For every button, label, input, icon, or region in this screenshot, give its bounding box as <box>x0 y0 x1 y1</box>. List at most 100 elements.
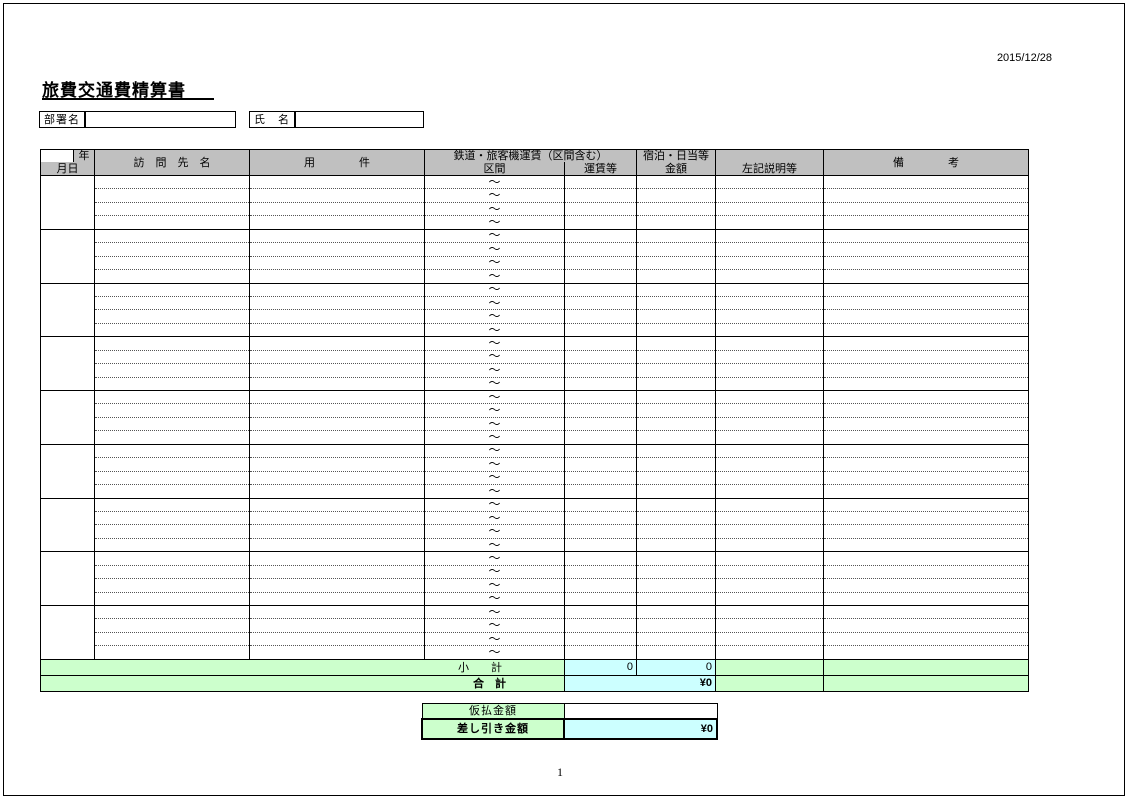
destination-cell[interactable] <box>94 417 250 432</box>
remarks-cell[interactable] <box>823 604 1029 620</box>
section-cell[interactable]: ～ <box>424 296 565 311</box>
purpose-cell[interactable] <box>249 269 425 284</box>
fare-cell[interactable] <box>564 174 637 190</box>
explanation-cell[interactable] <box>715 296 824 311</box>
amount-cell[interactable] <box>636 202 716 217</box>
explanation-cell[interactable] <box>715 443 824 459</box>
fare-cell[interactable] <box>564 242 637 257</box>
destination-cell[interactable] <box>94 389 250 405</box>
purpose-cell[interactable] <box>249 471 425 486</box>
fare-cell[interactable] <box>564 336 637 351</box>
remarks-cell[interactable] <box>823 511 1029 526</box>
destination-cell[interactable] <box>94 323 250 338</box>
remarks-cell[interactable] <box>823 497 1029 512</box>
remarks-cell[interactable] <box>823 188 1029 203</box>
explanation-cell[interactable] <box>715 632 824 647</box>
explanation-cell[interactable] <box>715 524 824 539</box>
amount-cell[interactable] <box>636 618 716 633</box>
remarks-cell[interactable] <box>823 323 1029 338</box>
remarks-cell[interactable] <box>823 551 1029 566</box>
section-cell[interactable]: ～ <box>424 377 565 392</box>
fare-cell[interactable] <box>564 632 637 647</box>
amount-cell[interactable] <box>636 457 716 472</box>
explanation-cell[interactable] <box>715 256 824 271</box>
explanation-cell[interactable] <box>715 174 824 190</box>
explanation-cell[interactable] <box>715 430 824 445</box>
remarks-cell[interactable] <box>823 242 1029 257</box>
fare-cell[interactable] <box>564 511 637 526</box>
purpose-cell[interactable] <box>249 443 425 459</box>
purpose-cell[interactable] <box>249 578 425 593</box>
remarks-cell[interactable] <box>823 282 1029 297</box>
explanation-cell[interactable] <box>715 592 824 607</box>
destination-cell[interactable] <box>94 430 250 445</box>
fare-cell[interactable] <box>564 443 637 459</box>
destination-cell[interactable] <box>94 471 250 486</box>
explanation-cell[interactable] <box>715 215 824 230</box>
section-cell[interactable]: ～ <box>424 618 565 633</box>
destination-cell[interactable] <box>94 188 250 203</box>
remarks-cell[interactable] <box>823 457 1029 472</box>
fare-cell[interactable] <box>564 417 637 432</box>
section-cell[interactable]: ～ <box>424 578 565 593</box>
section-cell[interactable]: ～ <box>424 484 565 499</box>
purpose-cell[interactable] <box>249 363 425 378</box>
date-cell[interactable] <box>40 497 95 553</box>
purpose-cell[interactable] <box>249 604 425 620</box>
fare-cell[interactable] <box>564 645 637 660</box>
explanation-cell[interactable] <box>715 363 824 378</box>
explanation-cell[interactable] <box>715 350 824 365</box>
explanation-cell[interactable] <box>715 471 824 486</box>
purpose-cell[interactable] <box>249 457 425 472</box>
section-cell[interactable]: ～ <box>424 350 565 365</box>
fare-cell[interactable] <box>564 565 637 580</box>
amount-cell[interactable] <box>636 632 716 647</box>
explanation-cell[interactable] <box>715 417 824 432</box>
destination-cell[interactable] <box>94 174 250 190</box>
destination-cell[interactable] <box>94 565 250 580</box>
section-cell[interactable]: ～ <box>424 592 565 607</box>
amount-cell[interactable] <box>636 389 716 405</box>
fare-cell[interactable] <box>564 430 637 445</box>
section-cell[interactable]: ～ <box>424 417 565 432</box>
purpose-cell[interactable] <box>249 323 425 338</box>
purpose-cell[interactable] <box>249 484 425 499</box>
purpose-cell[interactable] <box>249 417 425 432</box>
amount-cell[interactable] <box>636 256 716 271</box>
section-cell[interactable]: ～ <box>424 443 565 459</box>
destination-cell[interactable] <box>94 377 250 392</box>
remarks-cell[interactable] <box>823 215 1029 230</box>
destination-cell[interactable] <box>94 403 250 418</box>
destination-cell[interactable] <box>94 202 250 217</box>
fare-cell[interactable] <box>564 457 637 472</box>
amount-cell[interactable] <box>636 578 716 593</box>
remarks-cell[interactable] <box>823 202 1029 217</box>
date-cell[interactable] <box>40 282 95 338</box>
amount-cell[interactable] <box>636 430 716 445</box>
fare-cell[interactable] <box>564 215 637 230</box>
amount-cell[interactable] <box>636 604 716 620</box>
explanation-cell[interactable] <box>715 551 824 566</box>
section-cell[interactable]: ～ <box>424 336 565 351</box>
section-cell[interactable]: ～ <box>424 565 565 580</box>
purpose-cell[interactable] <box>249 256 425 271</box>
purpose-cell[interactable] <box>249 430 425 445</box>
remarks-cell[interactable] <box>823 538 1029 553</box>
explanation-cell[interactable] <box>715 269 824 284</box>
fare-cell[interactable] <box>564 377 637 392</box>
section-cell[interactable]: ～ <box>424 202 565 217</box>
destination-cell[interactable] <box>94 484 250 499</box>
amount-cell[interactable] <box>636 524 716 539</box>
explanation-cell[interactable] <box>715 497 824 512</box>
amount-cell[interactable] <box>636 309 716 324</box>
destination-cell[interactable] <box>94 215 250 230</box>
purpose-cell[interactable] <box>249 565 425 580</box>
explanation-cell[interactable] <box>715 645 824 660</box>
destination-cell[interactable] <box>94 618 250 633</box>
amount-cell[interactable] <box>636 228 716 244</box>
destination-cell[interactable] <box>94 443 250 459</box>
destination-cell[interactable] <box>94 497 250 512</box>
explanation-cell[interactable] <box>715 282 824 297</box>
remarks-cell[interactable] <box>823 389 1029 405</box>
destination-cell[interactable] <box>94 363 250 378</box>
